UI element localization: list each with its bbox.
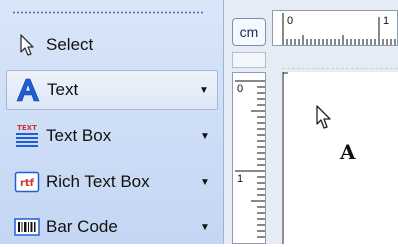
tool-bar-code-label: Bar Code [46, 217, 118, 236]
tool-rich-text-box[interactable]: rtf Rich Text Box ▼ [6, 162, 218, 202]
toolbox-panel: Select Text ▼ TEXT Text Box ▼ rtf Rich T… [0, 0, 224, 244]
tool-select-label: Select [46, 35, 94, 54]
chevron-down-icon[interactable]: ▼ [198, 131, 212, 142]
chevron-down-icon[interactable]: ▼ [198, 177, 212, 188]
ruler-label-h1: 1 [383, 15, 390, 27]
mouse-pointer-icon [314, 104, 334, 135]
chevron-down-icon[interactable]: ▼ [198, 222, 212, 233]
svg-text:TEXT: TEXT [17, 124, 37, 132]
letter-a-icon [15, 77, 41, 103]
tool-text-box[interactable]: TEXT Text Box ▼ [6, 116, 218, 156]
ruler-corner [232, 52, 266, 68]
units-button[interactable]: cm [232, 18, 266, 46]
tool-text-label: Text [47, 80, 79, 99]
ruler-label-v1: 1 [237, 173, 244, 185]
pointer-arrow-icon [14, 32, 40, 58]
designer-canvas-area: cm 0 1 0 1 A [224, 0, 398, 244]
text-tool-cursor-letter: A [340, 140, 356, 164]
barcode-icon [14, 214, 40, 240]
svg-text:rtf: rtf [20, 178, 35, 189]
tool-bar-code[interactable]: Bar Code ▼ [6, 207, 218, 247]
ruler-label-v0: 0 [237, 83, 244, 95]
ruler-label-h0: 0 [287, 15, 294, 27]
tool-rich-text-box-label: Rich Text Box [46, 172, 150, 191]
toolbox-grip[interactable] [12, 11, 204, 14]
chevron-down-icon[interactable]: ▼ [197, 85, 211, 96]
vertical-ruler[interactable]: 0 1 [232, 72, 266, 244]
rtf-icon: rtf [14, 169, 40, 195]
tool-select[interactable]: Select [6, 25, 218, 65]
text-box-icon: TEXT [14, 123, 40, 149]
tool-text-box-label: Text Box [46, 126, 112, 145]
tool-text[interactable]: Text ▼ [6, 70, 218, 110]
horizontal-ruler[interactable]: 0 1 [272, 10, 398, 46]
page-margin-guide [282, 68, 398, 69]
